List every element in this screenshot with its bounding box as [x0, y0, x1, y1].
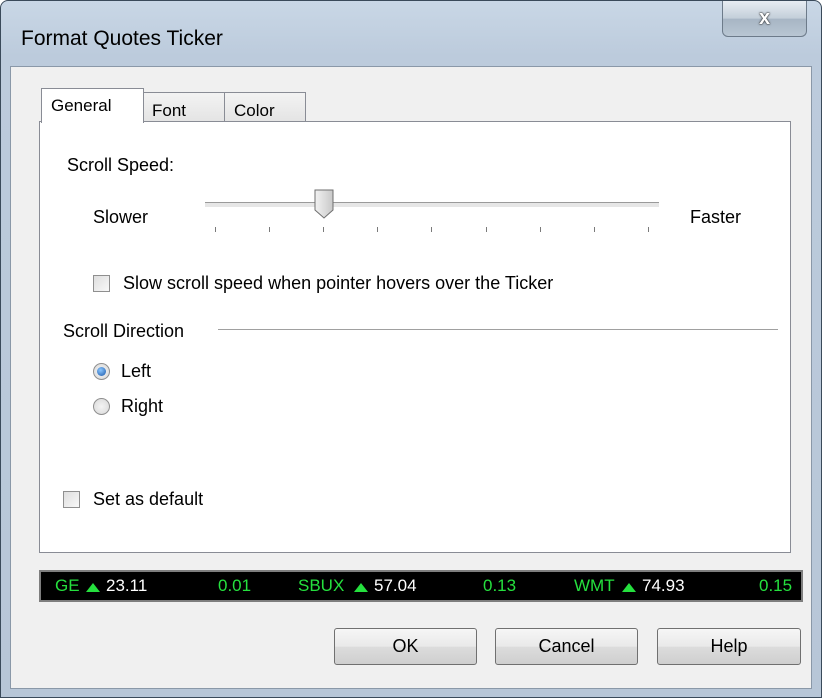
up-arrow-icon — [86, 583, 100, 592]
slider-thumb[interactable] — [314, 189, 334, 219]
slow-on-hover-checkbox[interactable] — [93, 275, 110, 292]
faster-label: Faster — [690, 207, 742, 227]
dialog-client-area: General Font Color Scroll Speed: Slower … — [10, 66, 812, 689]
ticker-preview: GE 23.11 0.01 SBUX 57.04 0.13 WMT 74.93 … — [39, 570, 803, 602]
direction-right-label[interactable]: Right — [121, 396, 163, 417]
ticker-symbol: WMT — [574, 576, 615, 595]
ticker-symbol: GE — [55, 576, 80, 595]
tab-color[interactable]: Color — [224, 92, 306, 123]
direction-left-label[interactable]: Left — [121, 361, 151, 382]
slider-tick — [323, 227, 324, 232]
ticker-change: 0.01 — [218, 576, 252, 595]
set-default-checkbox[interactable] — [63, 491, 80, 508]
slow-on-hover-label[interactable]: Slow scroll speed when pointer hovers ov… — [123, 273, 553, 294]
up-arrow-icon — [354, 583, 368, 592]
slider-tick — [269, 227, 270, 232]
ticker-change: 0.13 — [483, 576, 517, 595]
scroll-direction-separator — [218, 329, 778, 330]
slider-tick — [377, 227, 378, 232]
close-icon: x — [758, 7, 771, 29]
ticker-change: 0.15 — [759, 576, 793, 595]
slider-tick — [431, 227, 432, 232]
title-bar[interactable]: Format Quotes Ticker x — [1, 1, 821, 67]
ok-button[interactable]: OK — [334, 628, 477, 665]
tab-font[interactable]: Font — [142, 92, 226, 123]
slider-tick — [648, 227, 649, 232]
scroll-direction-label: Scroll Direction — [63, 321, 185, 341]
dialog-window: Format Quotes Ticker x General Font Colo… — [0, 0, 822, 698]
window-title: Format Quotes Ticker — [21, 27, 223, 50]
slider-tick — [486, 227, 487, 232]
slider-tick — [540, 227, 541, 232]
close-button[interactable]: x — [722, 1, 807, 37]
set-default-label[interactable]: Set as default — [93, 489, 203, 510]
scroll-speed-label: Scroll Speed: — [67, 155, 175, 175]
tab-general-label: General — [51, 96, 112, 115]
tab-color-label: Color — [234, 101, 275, 120]
up-arrow-icon — [622, 583, 636, 592]
direction-right-radio[interactable] — [93, 398, 110, 415]
cancel-button[interactable]: Cancel — [495, 628, 638, 665]
slider-tick — [215, 227, 216, 232]
ticker-symbol: SBUX — [298, 576, 345, 595]
ticker-price: 23.11 — [106, 576, 148, 595]
direction-left-radio[interactable] — [93, 363, 110, 380]
slower-label: Slower — [93, 207, 149, 227]
ticker-price: 74.93 — [642, 576, 685, 595]
tab-general[interactable]: General — [41, 88, 144, 123]
slider-track[interactable] — [205, 202, 659, 208]
slider-tick — [594, 227, 595, 232]
ticker-price: 57.04 — [374, 576, 417, 595]
tab-font-label: Font — [152, 101, 187, 120]
help-button[interactable]: Help — [657, 628, 801, 665]
